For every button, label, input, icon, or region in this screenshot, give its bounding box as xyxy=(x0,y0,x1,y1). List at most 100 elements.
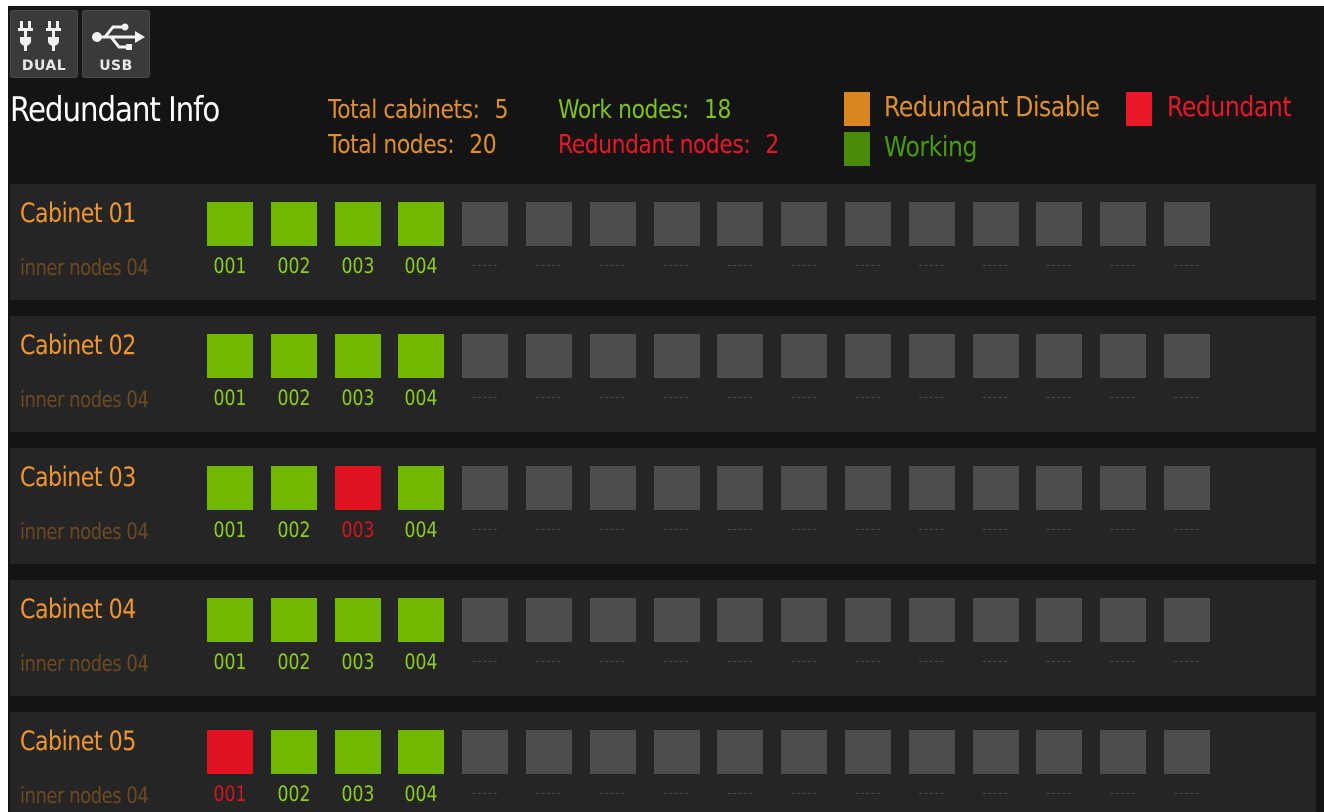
empty-slot-label: ----- xyxy=(982,654,1009,668)
dual-button[interactable]: DUAL xyxy=(10,10,78,78)
empty-slot-label: ----- xyxy=(918,258,946,272)
node-empty-slot xyxy=(589,598,636,642)
empty-slot-label: ----- xyxy=(982,786,1009,800)
empty-slot-label: ----- xyxy=(663,654,690,668)
node-empty-slot xyxy=(717,202,764,246)
node-id-label: 004 xyxy=(404,386,438,410)
node-redundant[interactable] xyxy=(334,466,381,510)
node-empty-slot xyxy=(589,334,636,378)
node-empty-slot xyxy=(1036,730,1083,774)
node-working[interactable] xyxy=(398,202,445,246)
node-empty-slot xyxy=(1100,202,1147,246)
node-working[interactable] xyxy=(270,334,317,378)
node-empty-slot xyxy=(781,598,828,642)
total-nodes-stat: Total nodes: 20 xyxy=(328,130,497,160)
legend-swatch-redundant xyxy=(1126,92,1152,126)
node-working[interactable] xyxy=(398,598,445,642)
empty-slot-label: ----- xyxy=(663,522,690,536)
empty-slot-label: ----- xyxy=(1046,654,1073,668)
empty-slot-label: ----- xyxy=(471,258,499,272)
node-empty-slot xyxy=(1164,202,1210,246)
node-id-label: 003 xyxy=(341,518,375,542)
node-working[interactable] xyxy=(334,334,381,378)
usb-icon xyxy=(92,23,145,50)
redundant-nodes-stat: Redundant nodes: 2 xyxy=(558,130,779,160)
node-id-label: 004 xyxy=(404,782,438,806)
legend-swatch-redundant-disable xyxy=(844,92,870,126)
node-empty-slot xyxy=(589,730,636,774)
node-empty-slot xyxy=(717,730,764,774)
empty-slot-label: ----- xyxy=(599,390,627,404)
node-empty-slot xyxy=(908,202,955,246)
redundant-nodes-value: 2 xyxy=(765,130,779,160)
empty-slot-label: ----- xyxy=(1109,390,1137,404)
redundant-nodes-label: Redundant nodes: xyxy=(558,130,751,160)
node-empty-slot xyxy=(462,202,509,246)
node-working[interactable] xyxy=(270,466,317,510)
empty-slot-label: ----- xyxy=(982,522,1009,536)
empty-slot-label: ----- xyxy=(1046,390,1073,404)
node-working[interactable] xyxy=(334,202,381,246)
node-id-label: 002 xyxy=(277,386,311,410)
legend-swatch-working xyxy=(844,132,870,166)
empty-slot-label: ----- xyxy=(1173,390,1201,404)
cabinet-inner-nodes: inner nodes 04 xyxy=(20,520,149,545)
empty-slot-label: ----- xyxy=(1046,258,1073,272)
cabinet-name: Cabinet 03 xyxy=(20,462,136,493)
empty-slot-label: ----- xyxy=(599,654,627,668)
node-empty-slot xyxy=(781,202,828,246)
node-empty-slot xyxy=(526,730,572,774)
node-empty-slot xyxy=(1164,334,1210,378)
node-working[interactable] xyxy=(270,598,317,642)
empty-slot-label: ----- xyxy=(1109,522,1137,536)
node-working[interactable] xyxy=(334,730,381,774)
node-empty-slot xyxy=(653,466,700,510)
node-empty-slot xyxy=(845,466,891,510)
usb-button[interactable]: USB xyxy=(82,10,150,78)
node-working[interactable] xyxy=(207,466,253,510)
node-empty-slot xyxy=(653,202,700,246)
node-empty-slot xyxy=(972,730,1019,774)
node-id-label: 001 xyxy=(213,782,247,806)
empty-slot-label: ----- xyxy=(471,786,499,800)
total-cabinets-stat: Total cabinets: 5 xyxy=(328,95,509,125)
node-id-label: 003 xyxy=(341,782,375,806)
node-working[interactable] xyxy=(207,334,253,378)
node-empty-slot xyxy=(717,598,764,642)
node-empty-slot xyxy=(589,202,636,246)
empty-slot-label: ----- xyxy=(663,258,690,272)
empty-slot-label: ----- xyxy=(471,522,499,536)
node-id-label: 002 xyxy=(277,782,311,806)
cabinet-row: Cabinet 01 inner nodes 04 001 002 003 004 ----… xyxy=(10,184,1316,300)
node-empty-slot xyxy=(462,730,509,774)
node-empty-slot xyxy=(908,334,955,378)
node-working[interactable] xyxy=(398,730,445,774)
page-title: Redundant Info xyxy=(10,90,220,130)
node-working[interactable] xyxy=(398,334,445,378)
empty-slot-label: ----- xyxy=(727,390,754,404)
node-redundant[interactable] xyxy=(207,730,253,774)
node-working[interactable] xyxy=(334,598,381,642)
node-working[interactable] xyxy=(398,466,445,510)
cabinet-row: Cabinet 03 inner nodes 04 001 002 003 004 ----… xyxy=(10,448,1316,564)
node-empty-slot xyxy=(717,334,764,378)
empty-slot-label: ----- xyxy=(918,390,946,404)
empty-slot-label: ----- xyxy=(727,786,754,800)
node-empty-slot xyxy=(1100,598,1147,642)
empty-slot-label: ----- xyxy=(535,654,563,668)
cabinet-inner-nodes: inner nodes 04 xyxy=(20,388,149,413)
node-empty-slot xyxy=(589,466,636,510)
empty-slot-label: ----- xyxy=(599,522,627,536)
node-working[interactable] xyxy=(270,730,317,774)
empty-slot-label: ----- xyxy=(854,258,882,272)
node-empty-slot xyxy=(845,334,891,378)
node-id-label: 003 xyxy=(341,650,375,674)
empty-slot-label: ----- xyxy=(854,654,882,668)
node-working[interactable] xyxy=(270,202,317,246)
node-empty-slot xyxy=(1036,598,1083,642)
empty-slot-label: ----- xyxy=(790,390,818,404)
cabinet-row: Cabinet 04 inner nodes 04 001 002 003 004 ----… xyxy=(10,580,1316,696)
node-working[interactable] xyxy=(207,202,253,246)
node-working[interactable] xyxy=(207,598,253,642)
node-empty-slot xyxy=(526,466,572,510)
